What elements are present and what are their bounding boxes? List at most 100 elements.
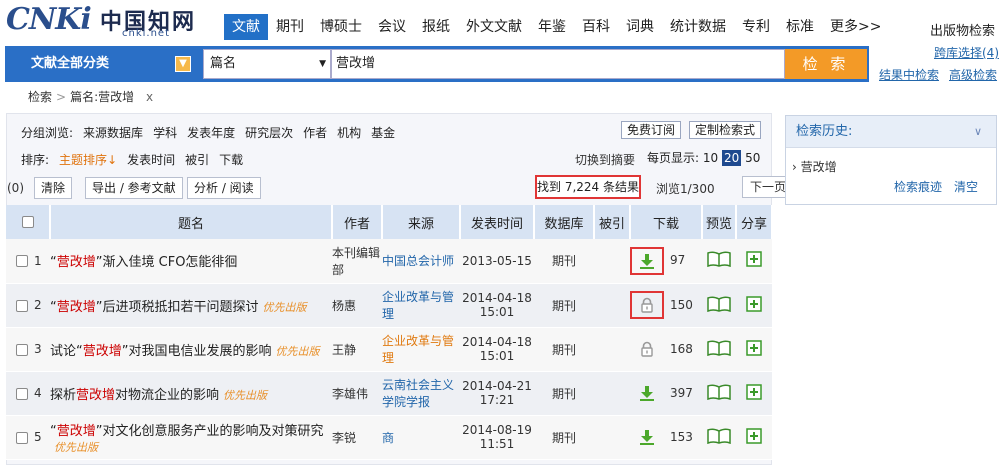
clear-selection-button[interactable]: 清除: [34, 177, 73, 199]
col-author[interactable]: 作者: [332, 205, 383, 239]
author-link[interactable]: 本刊编辑部: [332, 246, 380, 277]
article-title-link[interactable]: “营改增”对文化创意服务产业的影响及对策研究: [50, 424, 324, 439]
col-date[interactable]: 发表时间: [460, 205, 535, 239]
row-db-cell: 期刊: [534, 371, 594, 416]
sort-topic[interactable]: 主题排序↓: [59, 151, 117, 168]
breadcrumb-root[interactable]: 检索: [28, 90, 52, 104]
article-title-link[interactable]: “营改增”渐入佳境 CFO怎能徘徊: [50, 255, 237, 270]
page-size-10[interactable]: 10: [703, 151, 718, 165]
source-link[interactable]: 企业改革与管理: [382, 334, 454, 365]
article-title-link[interactable]: “营改增”后进项税抵扣若干问题探讨: [50, 300, 259, 315]
col-source[interactable]: 来源: [382, 205, 461, 239]
group-browse-label: 分组浏览:: [21, 126, 74, 140]
preview-book-icon[interactable]: [707, 295, 731, 315]
col-share[interactable]: 分享: [736, 205, 773, 239]
nav-tab-biaozhun[interactable]: 标准: [778, 14, 822, 40]
switch-abstract-link[interactable]: 切换到摘要: [575, 151, 635, 168]
preview-book-icon[interactable]: [707, 251, 731, 270]
filter-year[interactable]: 发表年度: [187, 124, 235, 141]
share-plus-icon[interactable]: [746, 339, 762, 359]
col-title[interactable]: 题名: [50, 205, 333, 239]
share-plus-icon[interactable]: [746, 427, 762, 447]
filter-fund[interactable]: 基金: [371, 124, 395, 141]
publish-date: 2014-04-18: [462, 335, 532, 349]
filter-institution[interactable]: 机构: [337, 124, 361, 141]
col-cited[interactable]: 被引: [594, 205, 631, 239]
author-link[interactable]: 李锐: [332, 431, 356, 445]
nav-tab-baozhi[interactable]: 报纸: [414, 14, 458, 40]
nav-tab-waiwen[interactable]: 外文文献: [458, 14, 530, 40]
nav-tab-cidian[interactable]: 词典: [618, 14, 662, 40]
row-checkbox[interactable]: [16, 343, 28, 356]
filter-source-db[interactable]: 来源数据库: [83, 124, 143, 141]
article-title-link[interactable]: 试论“营改增”对我国电信业发展的影响: [50, 344, 272, 359]
author-link[interactable]: 李雄伟: [332, 387, 368, 401]
col-preview[interactable]: 预览: [702, 205, 737, 239]
cnki-logo[interactable]: CNKi 中国知网 cnki.net: [4, 2, 218, 40]
category-selector[interactable]: 文献全部分类: [5, 46, 199, 82]
search-trace-link[interactable]: 检索痕迹: [894, 178, 942, 195]
publication-search-link[interactable]: 出版物检索: [930, 20, 995, 39]
nav-tab-nianjian[interactable]: 年鉴: [530, 14, 574, 40]
search-button[interactable]: 检 索: [785, 49, 867, 79]
share-plus-icon[interactable]: [746, 295, 762, 315]
nav-tab-qikan[interactable]: 期刊: [268, 14, 312, 40]
nav-tab-zhuanli[interactable]: 专利: [734, 14, 778, 40]
row-checkbox[interactable]: [16, 255, 28, 268]
free-subscribe-button[interactable]: 免费订阅: [621, 121, 682, 139]
select-all-checkbox[interactable]: [21, 216, 34, 228]
page-size-50[interactable]: 50: [745, 151, 760, 165]
export-button[interactable]: 导出 / 参考文献: [85, 177, 183, 199]
filter-author[interactable]: 作者: [303, 124, 327, 141]
source-link[interactable]: 商: [382, 431, 394, 445]
download-icon[interactable]: [639, 253, 655, 269]
sort-date[interactable]: 发表时间: [127, 151, 175, 168]
search-in-results-link[interactable]: 结果中检索: [879, 66, 939, 83]
custom-search-button[interactable]: 定制检索式: [689, 121, 762, 139]
row-preview-cell: [702, 327, 736, 372]
sort-cited[interactable]: 被引: [185, 151, 209, 168]
preview-book-icon[interactable]: [707, 339, 731, 359]
filter-subject[interactable]: 学科: [153, 124, 177, 141]
preview-book-icon[interactable]: [707, 427, 731, 447]
download-icon[interactable]: [639, 386, 655, 401]
field-select[interactable]: 篇名 ▼: [203, 49, 331, 79]
source-link[interactable]: 云南社会主义学院学报: [382, 378, 454, 409]
breadcrumb-close-icon[interactable]: x: [146, 90, 153, 104]
chevron-down-icon[interactable]: ▼: [175, 56, 191, 72]
row-checkbox[interactable]: [16, 299, 28, 312]
col-downloads[interactable]: 下载: [630, 205, 703, 239]
preview-book-icon[interactable]: [707, 383, 731, 403]
source-link[interactable]: 企业改革与管理: [382, 290, 454, 321]
row-checkbox[interactable]: [16, 387, 28, 400]
col-database[interactable]: 数据库: [534, 205, 595, 239]
nav-tab-tongji[interactable]: 统计数据: [662, 14, 734, 40]
advanced-search-link[interactable]: 高级检索: [949, 66, 997, 83]
download-icon[interactable]: [639, 430, 655, 445]
source-link[interactable]: 中国总会计师: [382, 254, 454, 268]
nav-tab-baike[interactable]: 百科: [574, 14, 618, 40]
nav-tab-huiyi[interactable]: 会议: [370, 14, 414, 40]
nav-tab-boshuoshi[interactable]: 博硕士: [312, 14, 370, 40]
locked-download-icon[interactable]: [639, 297, 655, 313]
article-title-link[interactable]: 探析营改增对物流企业的影响: [50, 388, 219, 403]
history-entry[interactable]: › 营改增: [792, 158, 837, 175]
row-date-cell: 2014-04-18 15:01: [460, 283, 534, 328]
nav-tab-more[interactable]: 更多>>: [822, 14, 889, 40]
share-plus-icon[interactable]: [746, 251, 762, 270]
filter-level[interactable]: 研究层次: [245, 124, 293, 141]
locked-download-icon[interactable]: [639, 341, 655, 357]
author-link[interactable]: 杨惠: [332, 299, 356, 313]
cross-db-select-link[interactable]: 跨库选择(4): [934, 44, 999, 61]
sort-downloads[interactable]: 下载: [219, 151, 243, 168]
clear-history-link[interactable]: 清空: [954, 178, 978, 195]
page-size-20[interactable]: 20: [721, 150, 742, 166]
author-link[interactable]: 王静: [332, 343, 356, 357]
nav-tab-wenxian[interactable]: 文献: [224, 14, 268, 40]
row-checkbox[interactable]: [16, 431, 28, 444]
share-plus-icon[interactable]: [746, 383, 762, 403]
search-input[interactable]: 营改增: [331, 49, 785, 79]
collapse-icon[interactable]: ∨: [974, 125, 988, 139]
table-row: 4 探析营改增对物流企业的影响 优先出版 李雄伟 云南社会主义学院学报 2014-…: [6, 371, 772, 416]
analyze-button[interactable]: 分析 / 阅读: [187, 177, 261, 199]
